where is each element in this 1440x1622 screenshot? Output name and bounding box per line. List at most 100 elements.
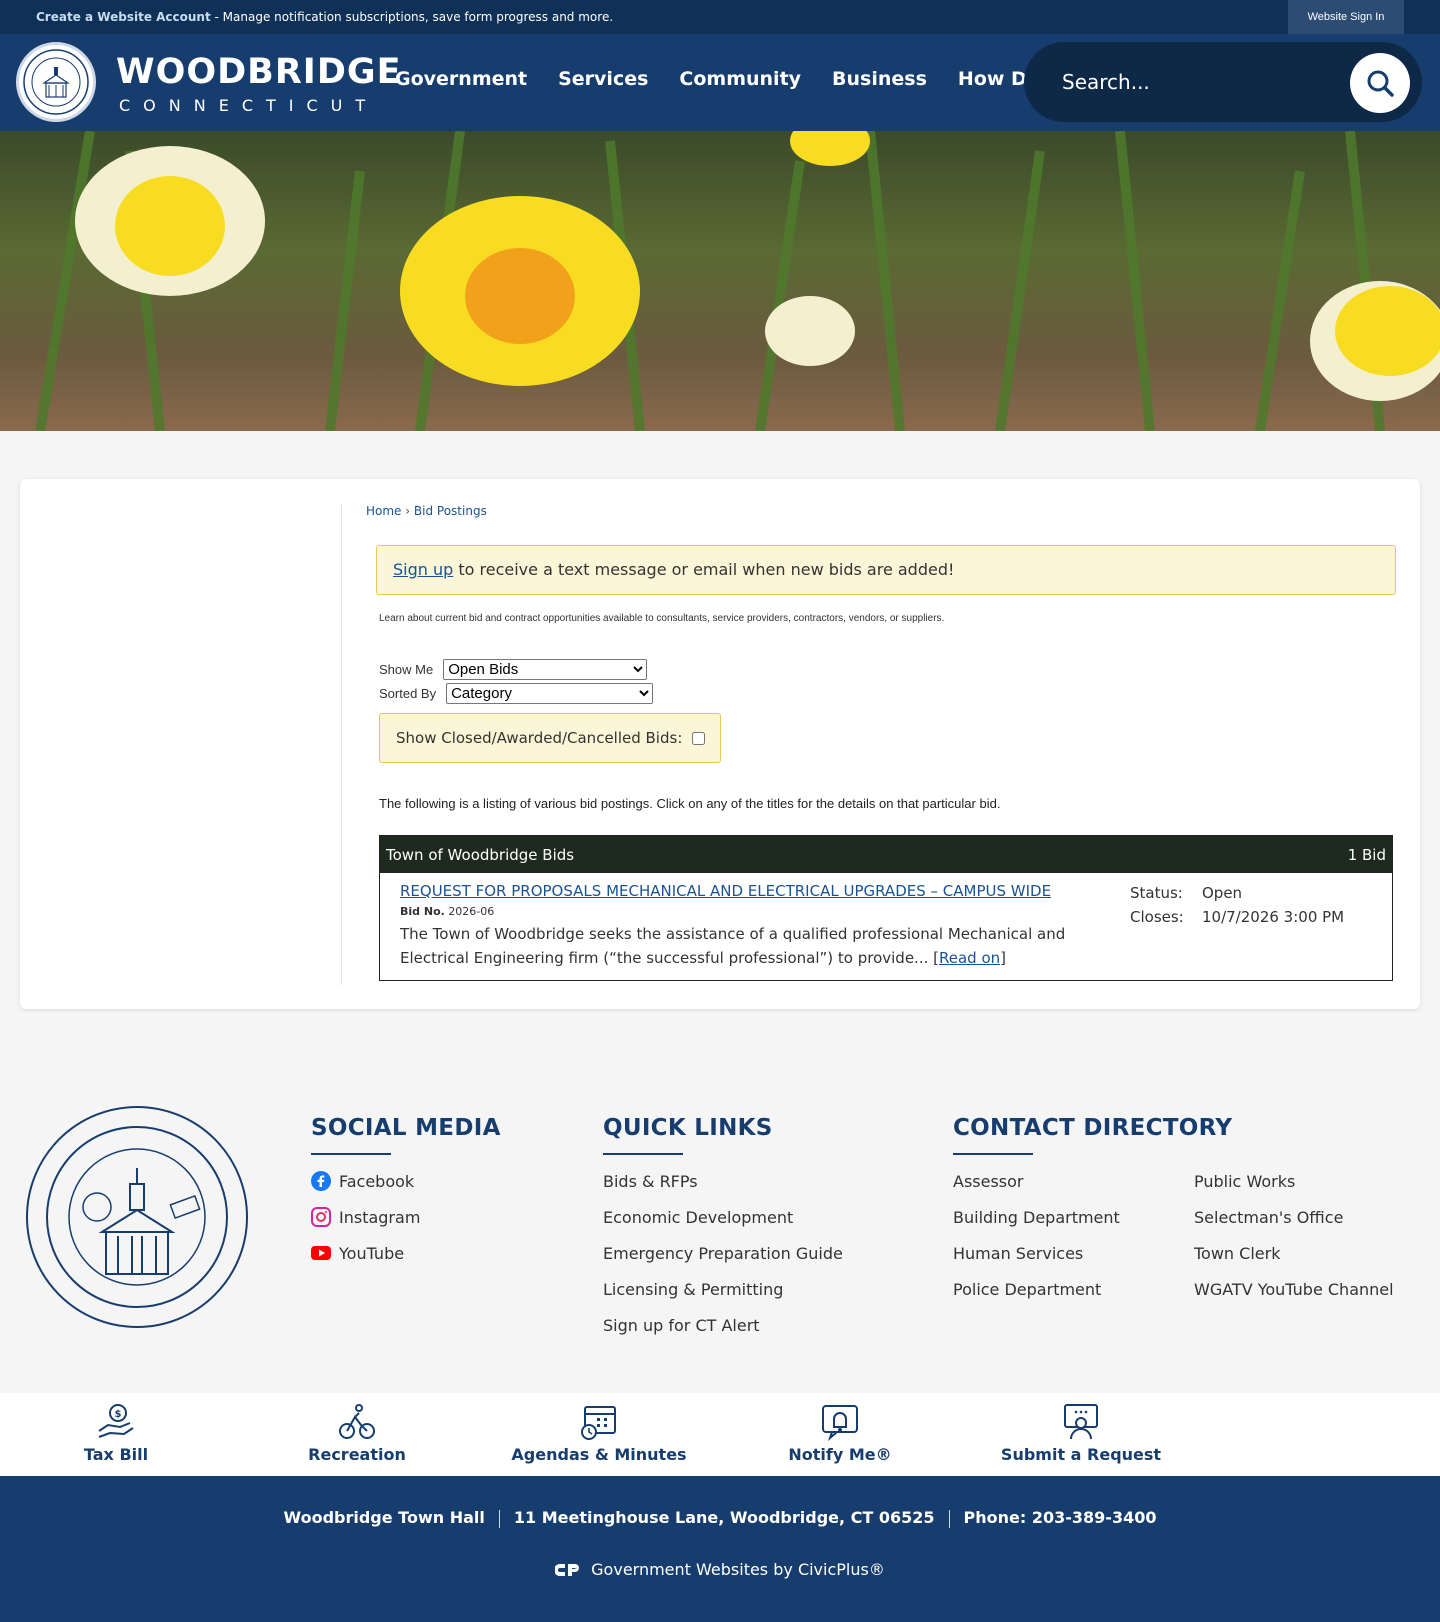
signup-alert-text: to receive a text message or email when …: [453, 560, 955, 579]
address-separator: [948, 1509, 950, 1528]
icon-link-notify-me[interactable]: Notify Me®: [740, 1403, 940, 1464]
town-seal-large-icon: [46, 1126, 228, 1308]
bids-category-header: Town of Woodbridge Bids 1 Bid: [380, 836, 1392, 873]
contact-assessor[interactable]: Assessor: [953, 1163, 1120, 1199]
quick-link-licensing[interactable]: Licensing & Permitting: [603, 1271, 843, 1307]
closes-label: Closes:: [1130, 908, 1184, 926]
show-me-select[interactable]: Open Bids: [443, 658, 648, 680]
bids-count: 1 Bid: [1347, 845, 1386, 864]
footer-town-seal: [26, 1106, 248, 1328]
recreation-bicycle-icon: [339, 1404, 375, 1439]
social-media-title: SOCIAL MEDIA: [311, 1115, 501, 1155]
civicplus-credit[interactable]: Government Websites by CivicPlus®: [0, 1560, 1440, 1579]
contact-wgatv-youtube[interactable]: WGATV YouTube Channel: [1194, 1271, 1394, 1307]
bid-filters: Show Me Open Bids Sorted By Category: [379, 657, 654, 705]
quick-link-emergency-guide[interactable]: Emergency Preparation Guide: [603, 1235, 843, 1271]
town-seal-icon: [23, 49, 89, 115]
social-youtube[interactable]: YouTube: [311, 1235, 420, 1271]
notify-me-label: Notify Me®: [788, 1445, 892, 1464]
breadcrumb: Home › Bid Postings: [366, 504, 487, 518]
breadcrumb-separator: ›: [405, 504, 411, 518]
website-sign-in-button[interactable]: Website Sign In: [1288, 0, 1404, 34]
hero-banner-daffodils: [0, 131, 1440, 431]
quick-link-bids[interactable]: Bids & RFPs: [603, 1163, 843, 1199]
agendas-label: Agendas & Minutes: [511, 1445, 687, 1464]
brand-state: CONNECTICUT: [119, 96, 379, 115]
icon-link-agendas[interactable]: Agendas & Minutes: [499, 1403, 699, 1464]
signup-alert: Sign up to receive a text message or ema…: [376, 545, 1396, 595]
contact-directory-col2: Public Works Selectman's Office Town Cle…: [1194, 1163, 1394, 1307]
create-account-link[interactable]: Create a Website Account: [36, 10, 211, 24]
civicplus-logo-icon: [555, 1563, 580, 1576]
civicplus-text: Government Websites by CivicPlus®: [591, 1560, 885, 1579]
show-closed-label: Show Closed/Awarded/Cancelled Bids:: [396, 729, 683, 747]
read-on-link[interactable]: Read on: [939, 949, 1000, 967]
contact-human-services[interactable]: Human Services: [953, 1235, 1120, 1271]
breadcrumb-current[interactable]: Bid Postings: [414, 504, 487, 518]
submit-request-label: Submit a Request: [1000, 1445, 1162, 1464]
quick-link-economic-development[interactable]: Economic Development: [603, 1199, 843, 1235]
search-button[interactable]: [1350, 53, 1410, 113]
create-account-notice: Create a Website Account - Manage notifi…: [36, 10, 613, 24]
signup-link[interactable]: Sign up: [393, 560, 453, 579]
social-instagram[interactable]: Instagram: [311, 1199, 420, 1235]
town-seal-logo[interactable]: [16, 42, 96, 122]
quick-links-list: Bids & RFPs Economic Development Emergen…: [603, 1163, 843, 1343]
search-input[interactable]: [1062, 64, 1332, 100]
breadcrumb-home[interactable]: Home: [366, 504, 401, 518]
status-label: Status:: [1130, 884, 1183, 902]
tax-bill-label: Tax Bill: [83, 1445, 149, 1464]
social-facebook[interactable]: Facebook: [311, 1163, 420, 1199]
quick-link-ct-alert[interactable]: Sign up for CT Alert: [603, 1307, 843, 1343]
recreation-label: Recreation: [308, 1445, 406, 1464]
nav-services[interactable]: Services: [558, 68, 648, 90]
search-icon: [1367, 70, 1394, 97]
sidebar-divider: [341, 505, 342, 985]
site-header: WOODBRIDGE CONNECTICUT Government Servic…: [0, 34, 1440, 131]
quick-links-title: QUICK LINKS: [603, 1115, 773, 1155]
nav-business[interactable]: Business: [832, 68, 927, 90]
icon-link-submit-request[interactable]: Submit a Request: [981, 1403, 1181, 1464]
top-utility-bar: Create a Website Account - Manage notifi…: [0, 0, 1440, 34]
show-me-label: Show Me: [379, 661, 434, 677]
bid-number-value: 2026-06: [448, 905, 495, 918]
closes-value: 10/7/2026 3:00 PM: [1202, 908, 1345, 926]
notify-me-bell-icon: [822, 1405, 858, 1441]
tax-bill-hand-coin-icon: $: [98, 1404, 134, 1438]
contact-building-department[interactable]: Building Department: [953, 1199, 1120, 1235]
intro-text: Learn about current bid and contract opp…: [379, 613, 945, 624]
main-nav: Government Services Community Business H…: [395, 68, 1075, 90]
town-hall-name: Woodbridge Town Hall: [283, 1508, 485, 1527]
daffodil-photo-illustration: [35, 131, 1440, 431]
bid-title-link[interactable]: REQUEST FOR PROPOSALS MECHANICAL AND ELE…: [400, 882, 1051, 900]
show-closed-box: Show Closed/Awarded/Cancelled Bids:: [379, 713, 721, 763]
content-card: Home › Bid Postings Sign up to receive a…: [20, 479, 1420, 1009]
submit-request-person-board-icon: [1064, 1404, 1098, 1440]
sorted-by-select[interactable]: Category: [446, 682, 654, 704]
contact-selectmans-office[interactable]: Selectman's Office: [1194, 1199, 1394, 1235]
instagram-icon: [311, 1207, 331, 1227]
brand-name[interactable]: WOODBRIDGE: [116, 52, 402, 92]
bids-table: Town of Woodbridge Bids 1 Bid REQUEST FO…: [379, 835, 1393, 981]
contact-public-works[interactable]: Public Works: [1194, 1163, 1394, 1199]
show-closed-checkbox[interactable]: [692, 731, 706, 745]
create-account-desc: - Manage notification subscriptions, sav…: [210, 10, 614, 24]
quick-icon-bar: $ Tax Bill Recreation Agendas & Minutes: [0, 1393, 1440, 1476]
bid-number-label: Bid No.: [400, 905, 445, 918]
contact-directory-title: CONTACT DIRECTORY: [953, 1115, 1233, 1155]
nav-government[interactable]: Government: [395, 68, 527, 90]
svg-text:$: $: [115, 1409, 122, 1420]
contact-directory-col1: Assessor Building Department Human Servi…: [953, 1163, 1120, 1307]
bid-description: The Town of Woodbridge seeks the assista…: [400, 925, 1066, 967]
nav-community[interactable]: Community: [679, 68, 801, 90]
icon-link-tax-bill[interactable]: $ Tax Bill: [16, 1403, 216, 1464]
search-bar: [1024, 42, 1422, 122]
contact-town-clerk[interactable]: Town Clerk: [1194, 1235, 1394, 1271]
contact-police-department[interactable]: Police Department: [953, 1271, 1120, 1307]
social-media-list: Facebook Instagram YouTube: [311, 1163, 420, 1271]
town-hall-phone[interactable]: Phone: 203-389-3400: [964, 1508, 1157, 1527]
icon-link-recreation[interactable]: Recreation: [257, 1403, 457, 1464]
facebook-label: Facebook: [339, 1171, 415, 1191]
address-separator: [498, 1509, 500, 1528]
youtube-label: YouTube: [339, 1243, 405, 1263]
